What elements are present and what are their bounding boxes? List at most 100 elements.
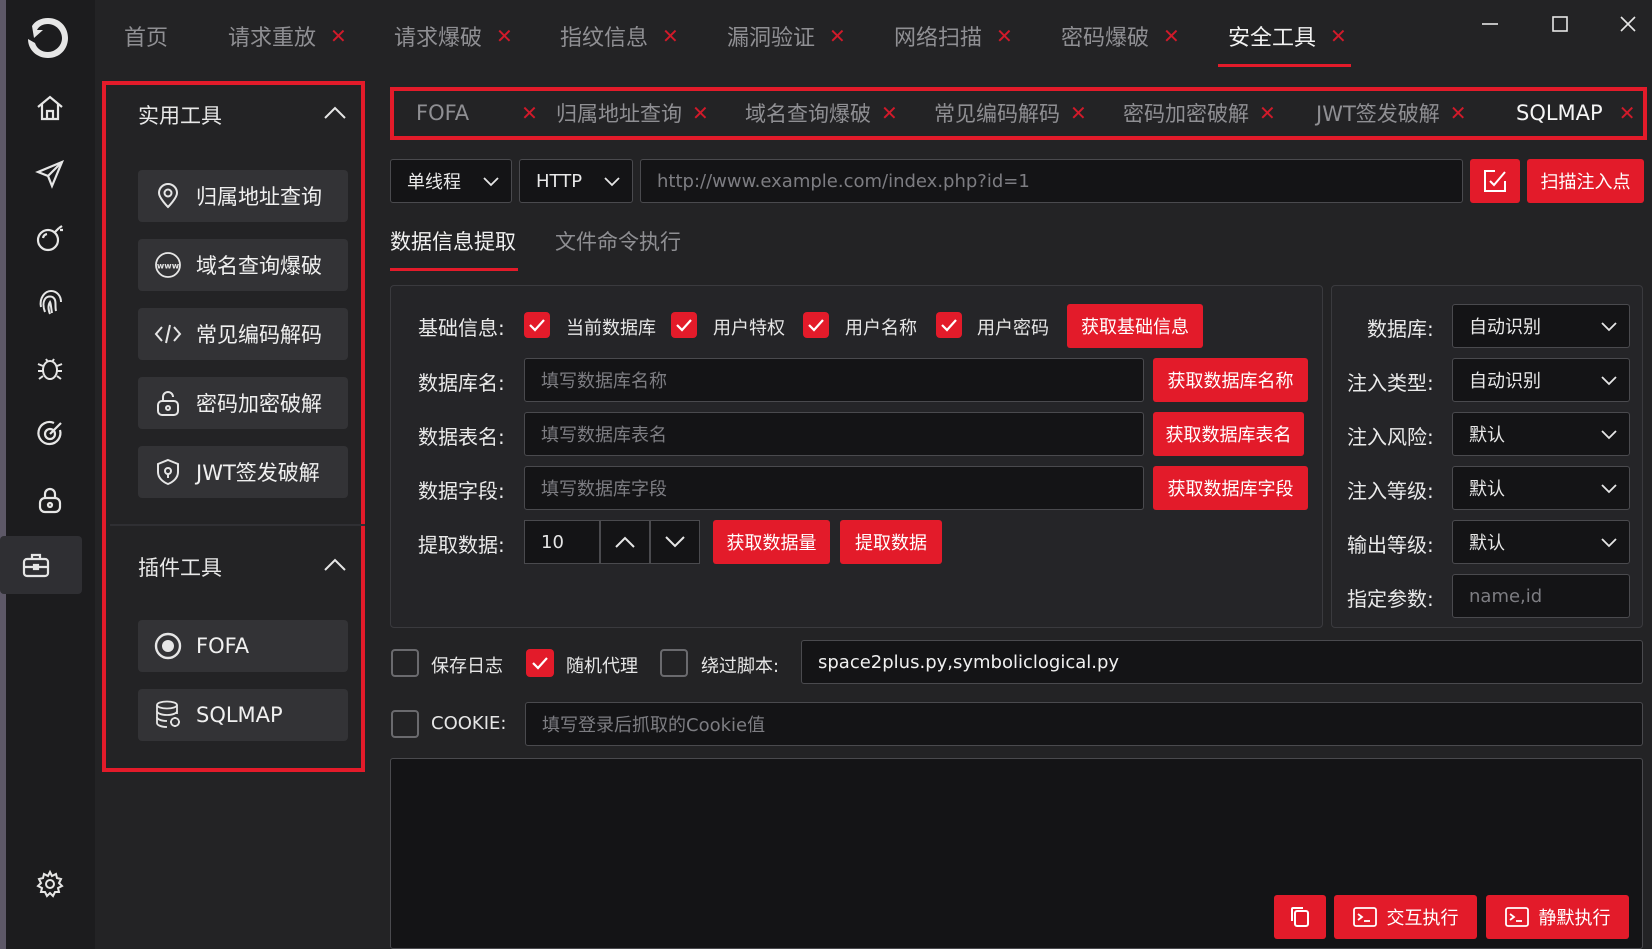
close-icon[interactable]: ✕ [1070,101,1087,125]
close-icon[interactable]: ✕ [1619,101,1636,125]
target-url-field[interactable]: http://www.example.com/index.php?id=1 [640,159,1463,203]
check-user-password[interactable] [936,312,962,338]
tool-password-crack-button[interactable]: 密码加密破解 [138,377,348,429]
close-icon[interactable]: ✕ [496,24,513,48]
extract-count-stepper[interactable]: 10 [524,520,700,564]
stepper-down-button[interactable] [650,520,700,564]
tab-data-extract[interactable]: 数据信息提取 [390,226,516,256]
edit-request-button[interactable] [1470,159,1520,203]
plugin-tools-heading: 插件工具 [138,556,222,580]
random-proxy-checkbox[interactable] [526,649,554,677]
db-name-field[interactable]: 填写数据库名称 [524,358,1144,402]
rail-request-button[interactable] [22,146,78,202]
level-select[interactable]: 默认 [1452,466,1630,510]
subtab-sqlmap[interactable]: SQLMAP ✕ [1516,96,1635,130]
cookie-checkbox[interactable] [391,710,419,738]
rail-fingerprint-button[interactable] [22,274,78,330]
close-icon[interactable]: ✕ [1259,101,1276,125]
get-field-name-button[interactable]: 获取数据库字段 [1153,466,1308,510]
interactive-exec-button[interactable]: 交互执行 [1334,895,1477,939]
close-icon[interactable]: ✕ [662,24,679,48]
rail-vuln-button[interactable] [22,340,78,396]
database-select[interactable]: 自动识别 [1452,304,1630,348]
chevron-down-icon [1589,482,1629,494]
get-db-name-button[interactable]: 获取数据库名称 [1153,358,1308,402]
rail-settings-button[interactable] [22,856,78,912]
tab-security-tools[interactable]: 安全工具 ✕ [1228,18,1347,54]
field-name-label: 数据字段: [418,479,505,503]
risk-label: 注入风险: [1347,425,1434,449]
rail-home-button[interactable] [22,80,78,136]
tab-password-brute[interactable]: 密码爆破 ✕ [1061,18,1180,54]
maximize-button[interactable] [1540,6,1580,42]
chevron-down-icon [1589,428,1629,440]
tool-domain-brute-button[interactable]: www 域名查询爆破 [138,239,348,291]
tab-vuln-verify[interactable]: 漏洞验证 ✕ [727,18,846,54]
get-data-count-button[interactable]: 获取数据量 [713,520,830,564]
extract-data-button[interactable]: 提取数据 [840,520,942,564]
tab-fingerprint[interactable]: 指纹信息 ✕ [560,18,679,54]
close-icon[interactable]: ✕ [829,24,846,48]
tab-label: 网络扫描 [894,26,983,51]
close-icon[interactable]: ✕ [996,24,1013,48]
tamper-checkbox[interactable] [660,649,688,677]
field-name-field[interactable]: 填写数据库字段 [524,466,1144,510]
table-name-field[interactable]: 填写数据库表名 [524,412,1144,456]
get-table-name-button[interactable]: 获取数据库表名 [1153,412,1304,456]
button-label: 静默执行 [1538,908,1611,929]
copy-output-button[interactable] [1274,895,1326,939]
close-icon[interactable]: ✕ [330,24,347,48]
close-icon[interactable]: ✕ [521,101,538,125]
output-level-select[interactable]: 默认 [1452,520,1630,564]
plugin-fofa-button[interactable]: FOFA [138,620,348,672]
close-icon[interactable]: ✕ [881,101,898,125]
subtab-geo-lookup[interactable]: 归属地址查询 ✕ [556,96,709,130]
get-basic-info-button[interactable]: 获取基础信息 [1067,304,1203,348]
param-field[interactable]: name,id [1452,574,1630,618]
save-log-checkbox[interactable] [391,649,419,677]
rail-scan-button[interactable] [22,406,78,462]
tab-home[interactable]: 首页 [124,18,168,54]
tab-request-replay[interactable]: 请求重放 ✕ [228,18,347,54]
rail-toolbox-button[interactable] [0,536,82,594]
subtab-fofa[interactable]: FOFA ✕ [416,96,538,130]
rail-brute-button[interactable] [22,210,78,266]
edit-icon [1482,168,1508,194]
subtab-domain-brute[interactable]: 域名查询爆破 ✕ [745,96,898,130]
cookie-field[interactable]: 填写登录后抓取的Cookie值 [525,702,1643,746]
close-window-button[interactable] [1608,6,1648,42]
check-current-db[interactable] [524,312,550,338]
tab-file-exec[interactable]: 文件命令执行 [555,226,681,256]
silent-exec-button[interactable]: 静默执行 [1486,895,1629,939]
thread-mode-select[interactable]: 单线程 [390,159,512,203]
close-icon[interactable]: ✕ [692,101,709,125]
risk-select[interactable]: 默认 [1452,412,1630,456]
tamper-field[interactable]: space2plus.py,symboliclogical.py [801,640,1643,684]
chevron-up-icon[interactable] [323,556,347,572]
plugin-sqlmap-button[interactable]: SQLMAP [138,689,348,741]
subtab-encode-decode[interactable]: 常见编码解码 ✕ [934,96,1087,130]
subtab-jwt[interactable]: JWT签发破解 ✕ [1316,96,1467,130]
stepper-up-button[interactable] [600,520,650,564]
stepper-value[interactable]: 10 [524,520,600,564]
tab-label: 请求爆破 [394,26,483,51]
close-icon[interactable]: ✕ [1163,24,1180,48]
check-user-privileges[interactable] [671,312,697,338]
protocol-select[interactable]: HTTP [519,159,633,203]
tab-request-brute[interactable]: 请求爆破 ✕ [394,18,513,54]
inject-type-select[interactable]: 自动识别 [1452,358,1630,402]
tool-encode-decode-button[interactable]: 常见编码解码 [138,308,348,360]
close-icon[interactable]: ✕ [1330,24,1347,48]
subtab-password-crack[interactable]: 密码加密破解 ✕ [1123,96,1276,130]
tab-network-scan[interactable]: 网络扫描 ✕ [894,18,1013,54]
tool-geo-lookup-button[interactable]: 归属地址查询 [138,170,348,222]
check-user-name[interactable] [803,312,829,338]
select-value: HTTP [536,170,583,192]
chevron-up-icon[interactable] [323,104,347,120]
rail-password-button[interactable] [22,472,78,528]
minimize-button[interactable] [1470,6,1510,42]
close-icon[interactable]: ✕ [1450,101,1467,125]
tool-jwt-button[interactable]: JWT签发破解 [138,446,348,498]
checkmark-icon [807,318,825,332]
scan-injection-button[interactable]: 扫描注入点 [1527,159,1644,203]
